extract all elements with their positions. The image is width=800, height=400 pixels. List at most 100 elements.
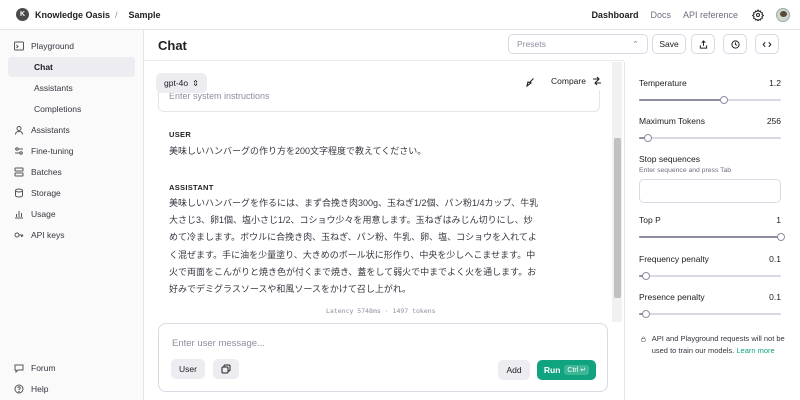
slider-knob[interactable] [642, 272, 651, 280]
sidebar-item-label: Playground [31, 41, 75, 51]
sidebar-item-batches[interactable]: Batches [8, 162, 135, 182]
temperature-value[interactable]: 1.2 [769, 78, 781, 88]
role-toggle-button[interactable]: User [171, 359, 205, 379]
presence-penalty-label: Presence penalty [639, 292, 705, 302]
compare-icon [592, 76, 601, 86]
top-p-slider[interactable] [639, 233, 785, 241]
run-button[interactable]: Run Ctrl ↵ [537, 360, 596, 380]
sidebar-item-playground[interactable]: Playground [8, 36, 135, 56]
attach-button[interactable] [213, 359, 239, 379]
add-button[interactable]: Add [498, 360, 530, 380]
forum-icon [14, 363, 24, 373]
storage-icon [14, 188, 24, 198]
slider-knob[interactable] [777, 233, 785, 241]
sidebar-item-label: Fine-tuning [31, 146, 74, 156]
composer: Enter user message... User Add Run Ctrl … [158, 323, 608, 392]
sidebar-item-label: Assistants [31, 125, 70, 135]
sidebar-item-label: Help [31, 384, 49, 394]
org-avatar[interactable]: K [16, 8, 29, 21]
sidebar-item-completions[interactable]: Completions [8, 99, 135, 119]
help-icon [14, 384, 24, 394]
sidebar-item-assistants[interactable]: Assistants [8, 120, 135, 140]
sidebar-item-label: Completions [34, 104, 82, 114]
code-button[interactable] [755, 34, 779, 54]
max-tokens-value[interactable]: 256 [767, 116, 781, 126]
share-button[interactable] [691, 34, 715, 54]
code-icon [762, 41, 772, 47]
message-line: 美味しいハンバーグを作るには、まず合挽き肉300g、玉ねぎ1/2個、パン粉1/4… [169, 198, 539, 208]
project-name[interactable]: Sample [129, 10, 161, 20]
frequency-penalty-slider[interactable] [639, 272, 781, 280]
frequency-penalty-label: Frequency penalty [639, 254, 709, 264]
stop-sequences-hint: Enter sequence and press Tab [639, 167, 732, 174]
sidebar-item-label: Usage [31, 209, 56, 219]
sidebar-item-forum[interactable]: Forum [8, 358, 136, 378]
message-text-assistant[interactable]: 美味しいハンバーグを作るには、まず合挽き肉300g、玉ねぎ1/2個、パン粉1/4… [169, 195, 589, 298]
nav-dashboard[interactable]: Dashboard [591, 10, 638, 20]
sidebar-bottom: Forum Help [8, 358, 136, 400]
slider-knob[interactable] [720, 96, 729, 104]
stop-sequences-input[interactable] [639, 179, 781, 203]
nav-api-reference[interactable]: API reference [683, 10, 738, 20]
sidebar-item-label: Storage [31, 188, 61, 198]
slider-knob[interactable] [642, 310, 651, 318]
sidebar-item-label: Assistants [34, 83, 73, 93]
stop-sequences-label: Stop sequences [639, 154, 700, 164]
gear-icon[interactable] [752, 9, 764, 21]
sidebar-item-storage[interactable]: Storage [8, 183, 135, 203]
org-name[interactable]: Knowledge Oasis [35, 10, 110, 20]
sidebar-item-usage[interactable]: Usage [8, 204, 135, 224]
run-label: Run [543, 365, 561, 375]
key-icon [14, 230, 24, 240]
save-button[interactable]: Save [652, 34, 686, 54]
top-bar: K Knowledge Oasis / Sample Dashboard Doc… [0, 0, 800, 30]
sidebar-item-fine-tuning[interactable]: Fine-tuning [8, 141, 135, 161]
user-avatar[interactable] [776, 8, 790, 22]
max-tokens-label: Maximum Tokens [639, 116, 705, 126]
top-p-label: Top P [639, 215, 661, 225]
lock-icon [641, 336, 646, 342]
nav-docs[interactable]: Docs [650, 10, 671, 20]
model-selector[interactable]: gpt-4o ⇕ [156, 73, 207, 93]
max-tokens-slider[interactable] [639, 134, 781, 142]
system-instructions-input[interactable]: Enter system instructions [158, 90, 600, 112]
latency-info: Latency 5748ms · 1497 tokens [326, 307, 436, 315]
top-nav: Dashboard Docs API reference [579, 0, 790, 30]
sidebar-item-api-keys[interactable]: API keys [8, 225, 135, 245]
usage-icon [14, 209, 24, 219]
sidebar-item-label: Batches [31, 167, 62, 177]
breadcrumb-separator: / [115, 9, 118, 20]
chat-scrollbar-thumb[interactable] [614, 138, 621, 298]
compare-button[interactable]: Compare [551, 76, 602, 86]
message-role-user: USER [169, 130, 192, 139]
sidebar-item-chat[interactable]: Chat [8, 57, 135, 77]
presets-placeholder: Presets [517, 39, 546, 49]
sidebar-item-label: Chat [34, 62, 53, 72]
frequency-penalty-value[interactable]: 0.1 [769, 254, 781, 264]
sidebar-item-label: API keys [31, 230, 65, 240]
broom-icon[interactable] [525, 77, 535, 87]
presence-penalty-value[interactable]: 0.1 [769, 292, 781, 302]
batches-icon [14, 167, 24, 177]
message-line: 火で両面をこんがりと焼き色が付くまで焼き、蓋をして弱火で中までよく火を通します。… [169, 266, 537, 277]
chevron-up-down-icon: ⌃ [631, 38, 639, 49]
presence-penalty-param: Presence penalty 0.1 [639, 292, 781, 318]
temperature-slider[interactable] [639, 96, 781, 104]
top-p-value[interactable]: 1 [776, 215, 781, 225]
message-text-user[interactable]: 美味しいハンバーグの作り方を200文字程度で教えてください。 [169, 143, 589, 160]
presets-select[interactable]: Presets ⌃ [508, 34, 648, 54]
user-message-input[interactable]: Enter user message... [172, 338, 265, 349]
history-button[interactable] [723, 34, 747, 54]
sidebar-item-assistants-playground[interactable]: Assistants [8, 78, 135, 98]
slider-knob[interactable] [643, 134, 652, 142]
playground-icon [14, 41, 24, 51]
model-name: gpt-4o [164, 78, 189, 88]
sidebar: Playground Chat Assistants Completions A… [0, 30, 144, 400]
sidebar-item-help[interactable]: Help [8, 379, 136, 399]
temperature-label: Temperature [639, 78, 687, 88]
fine-tuning-icon [14, 146, 24, 156]
assistants-icon [14, 125, 24, 135]
presence-penalty-slider[interactable] [639, 310, 781, 318]
top-p-param: Top P 1 [639, 215, 785, 241]
learn-more-link[interactable]: Learn more [736, 346, 774, 355]
